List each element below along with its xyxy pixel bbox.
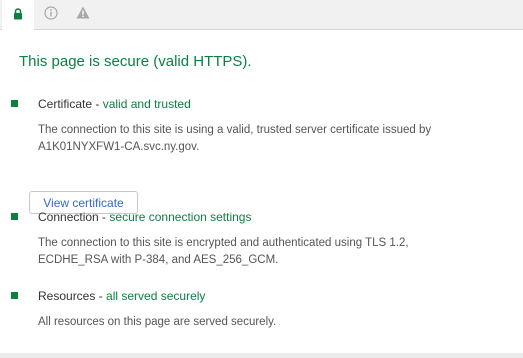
certificate-status: valid and trusted: [102, 97, 191, 111]
title-separator: -: [98, 210, 110, 224]
tab-security-overview[interactable]: [2, 0, 34, 31]
secure-bullet-icon: [11, 292, 18, 299]
connection-title: Connection: [38, 210, 99, 224]
warning-triangle-icon: [76, 6, 90, 24]
title-separator: -: [95, 289, 107, 303]
certificate-description: The connection to this site is using a v…: [38, 124, 432, 153]
resources-title: Resources: [38, 289, 96, 303]
connection-status: secure connection settings: [109, 210, 252, 224]
info-circle-icon: [44, 5, 58, 25]
resources-status: all served securely: [106, 289, 206, 303]
secure-bullet-icon: [11, 213, 18, 220]
security-tab-bar: [0, 0, 523, 31]
panel-bottom-edge: [0, 353, 523, 358]
resources-title-line: Resources - all served securely: [38, 289, 205, 303]
secure-bullet-icon: [11, 100, 18, 107]
certificate-title: Certificate: [38, 97, 93, 111]
security-headline: This page is secure (valid HTTPS).: [19, 53, 252, 70]
certificate-title-line: Certificate - valid and trusted: [38, 97, 191, 111]
tab-info[interactable]: [35, 0, 67, 30]
resources-description: All resources on this page are served se…: [38, 316, 277, 328]
connection-title-line: Connection - secure connection settings: [38, 210, 251, 224]
security-panel: This page is secure (valid HTTPS). Certi…: [0, 30, 523, 353]
lock-icon: [13, 7, 23, 25]
tab-warnings[interactable]: [67, 0, 99, 30]
title-separator: -: [92, 97, 103, 111]
connection-description: The connection to this site is encrypted…: [38, 237, 409, 266]
